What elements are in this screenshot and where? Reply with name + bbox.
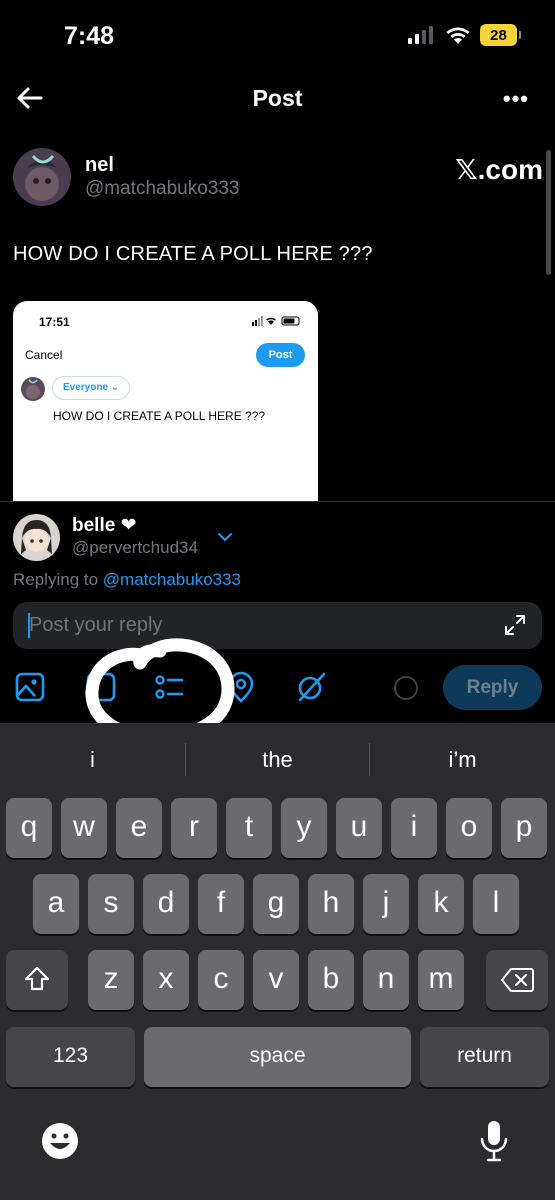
x-com-logo: 𝕏.com — [455, 154, 543, 185]
grok-button[interactable] — [294, 670, 328, 704]
author-name[interactable]: nel — [85, 154, 114, 177]
battery-indicator: 28 — [480, 24, 521, 46]
key-h[interactable]: h — [308, 874, 354, 934]
key-e[interactable]: e — [116, 798, 162, 858]
key-y[interactable]: y — [281, 798, 327, 858]
image-compose-text: HOW DO I CREATE A POLL HERE ??? — [53, 409, 266, 423]
more-options-button[interactable]: ••• — [503, 86, 529, 112]
backspace-icon — [501, 968, 534, 992]
suggestion-item[interactable]: the — [185, 737, 370, 782]
post-image[interactable]: 17:51 Cancel Post Everyone ⌄ HOW DO I CR… — [13, 301, 318, 506]
shift-key[interactable] — [6, 950, 68, 1010]
add-poll-button[interactable] — [152, 670, 186, 704]
onscreen-keyboard: i the i’m q w e r t y u i o p a s d f g … — [0, 723, 555, 1200]
reply-button[interactable]: Reply — [443, 665, 542, 710]
page-title: Post — [252, 85, 303, 111]
suggestion-item[interactable]: i — [0, 737, 185, 782]
key-k[interactable]: k — [418, 874, 464, 934]
expand-icon[interactable] — [504, 614, 526, 636]
image-avatar — [21, 377, 45, 401]
scrollbar-thumb[interactable] — [546, 150, 551, 275]
key-f[interactable]: f — [198, 874, 244, 934]
author-handle[interactable]: @matchabuko333 — [85, 178, 240, 200]
image-status-time: 17:51 — [39, 315, 70, 329]
key-q[interactable]: q — [6, 798, 52, 858]
suggestion-item[interactable]: i’m — [370, 737, 555, 782]
predictive-suggestions: i the i’m — [0, 737, 555, 782]
add-gif-button[interactable] — [84, 670, 118, 704]
image-status-icons — [252, 316, 300, 326]
key-u[interactable]: u — [336, 798, 382, 858]
replying-to-text: Replying to — [13, 570, 103, 589]
key-z[interactable]: z — [88, 950, 134, 1010]
key-g[interactable]: g — [253, 874, 299, 934]
image-post-button: Post — [256, 343, 305, 367]
reply-account-avatar[interactable] — [13, 514, 60, 561]
poll-icon — [155, 675, 184, 699]
emoji-icon — [42, 1123, 78, 1159]
key-o[interactable]: o — [446, 798, 492, 858]
character-counter — [394, 676, 418, 700]
replying-to-label: Replying to @matchabuko333 — [13, 570, 241, 590]
key-b[interactable]: b — [308, 950, 354, 1010]
key-p[interactable]: p — [501, 798, 547, 858]
reply-input[interactable]: Post your reply — [13, 602, 542, 649]
avatar-image — [13, 514, 60, 561]
key-c[interactable]: c — [198, 950, 244, 1010]
key-l[interactable]: l — [473, 874, 519, 934]
image-audience-selector: Everyone ⌄ — [52, 376, 131, 400]
key-v[interactable]: v — [253, 950, 299, 1010]
status-time: 7:48 — [64, 22, 115, 50]
delete-key[interactable] — [486, 950, 548, 1010]
grok-icon — [298, 672, 326, 702]
reply-input-placeholder: Post your reply — [29, 614, 163, 636]
emoji-button[interactable] — [40, 1121, 80, 1161]
cellular-signal-icon — [408, 26, 433, 44]
image-icon — [15, 672, 45, 702]
post-text: HOW DO I CREATE A POLL HERE ??? — [13, 243, 373, 265]
key-s[interactable]: s — [88, 874, 134, 934]
key-t[interactable]: t — [226, 798, 272, 858]
post-author: nel @matchabuko333 𝕏.com — [13, 148, 543, 208]
key-n[interactable]: n — [363, 950, 409, 1010]
key-d[interactable]: d — [143, 874, 189, 934]
add-location-button[interactable] — [224, 670, 258, 704]
status-icons: 28 — [408, 24, 521, 46]
gif-icon — [86, 672, 116, 702]
add-image-button[interactable] — [13, 670, 47, 704]
shift-icon — [24, 966, 50, 991]
key-x[interactable]: x — [143, 950, 189, 1010]
location-icon — [228, 671, 254, 703]
key-i[interactable]: i — [391, 798, 437, 858]
reply-account-handle: @pervertchud34 — [72, 538, 198, 557]
reply-toolbar: Reply — [0, 662, 555, 712]
reply-account-name: belle ❤ — [72, 515, 137, 536]
microphone-icon — [480, 1121, 508, 1162]
key-j[interactable]: j — [363, 874, 409, 934]
author-avatar[interactable] — [13, 148, 71, 206]
space-key[interactable]: space — [144, 1027, 411, 1087]
reply-composer: belle ❤ @pervertchud34 Replying to @matc… — [0, 501, 555, 723]
post-header: Post ••• — [0, 72, 555, 128]
key-m[interactable]: m — [418, 950, 464, 1010]
key-r[interactable]: r — [171, 798, 217, 858]
image-cancel-label: Cancel — [25, 348, 63, 362]
return-key[interactable]: return — [420, 1027, 549, 1087]
key-w[interactable]: w — [61, 798, 107, 858]
dictation-button[interactable] — [478, 1119, 510, 1163]
avatar-image — [13, 148, 71, 206]
chevron-down-icon[interactable] — [217, 532, 233, 542]
wifi-icon — [446, 27, 470, 44]
numbers-key[interactable]: 123 — [6, 1027, 135, 1087]
key-a[interactable]: a — [33, 874, 79, 934]
replying-to-mention[interactable]: @matchabuko333 — [103, 570, 241, 589]
status-bar: 7:48 28 — [0, 0, 555, 70]
